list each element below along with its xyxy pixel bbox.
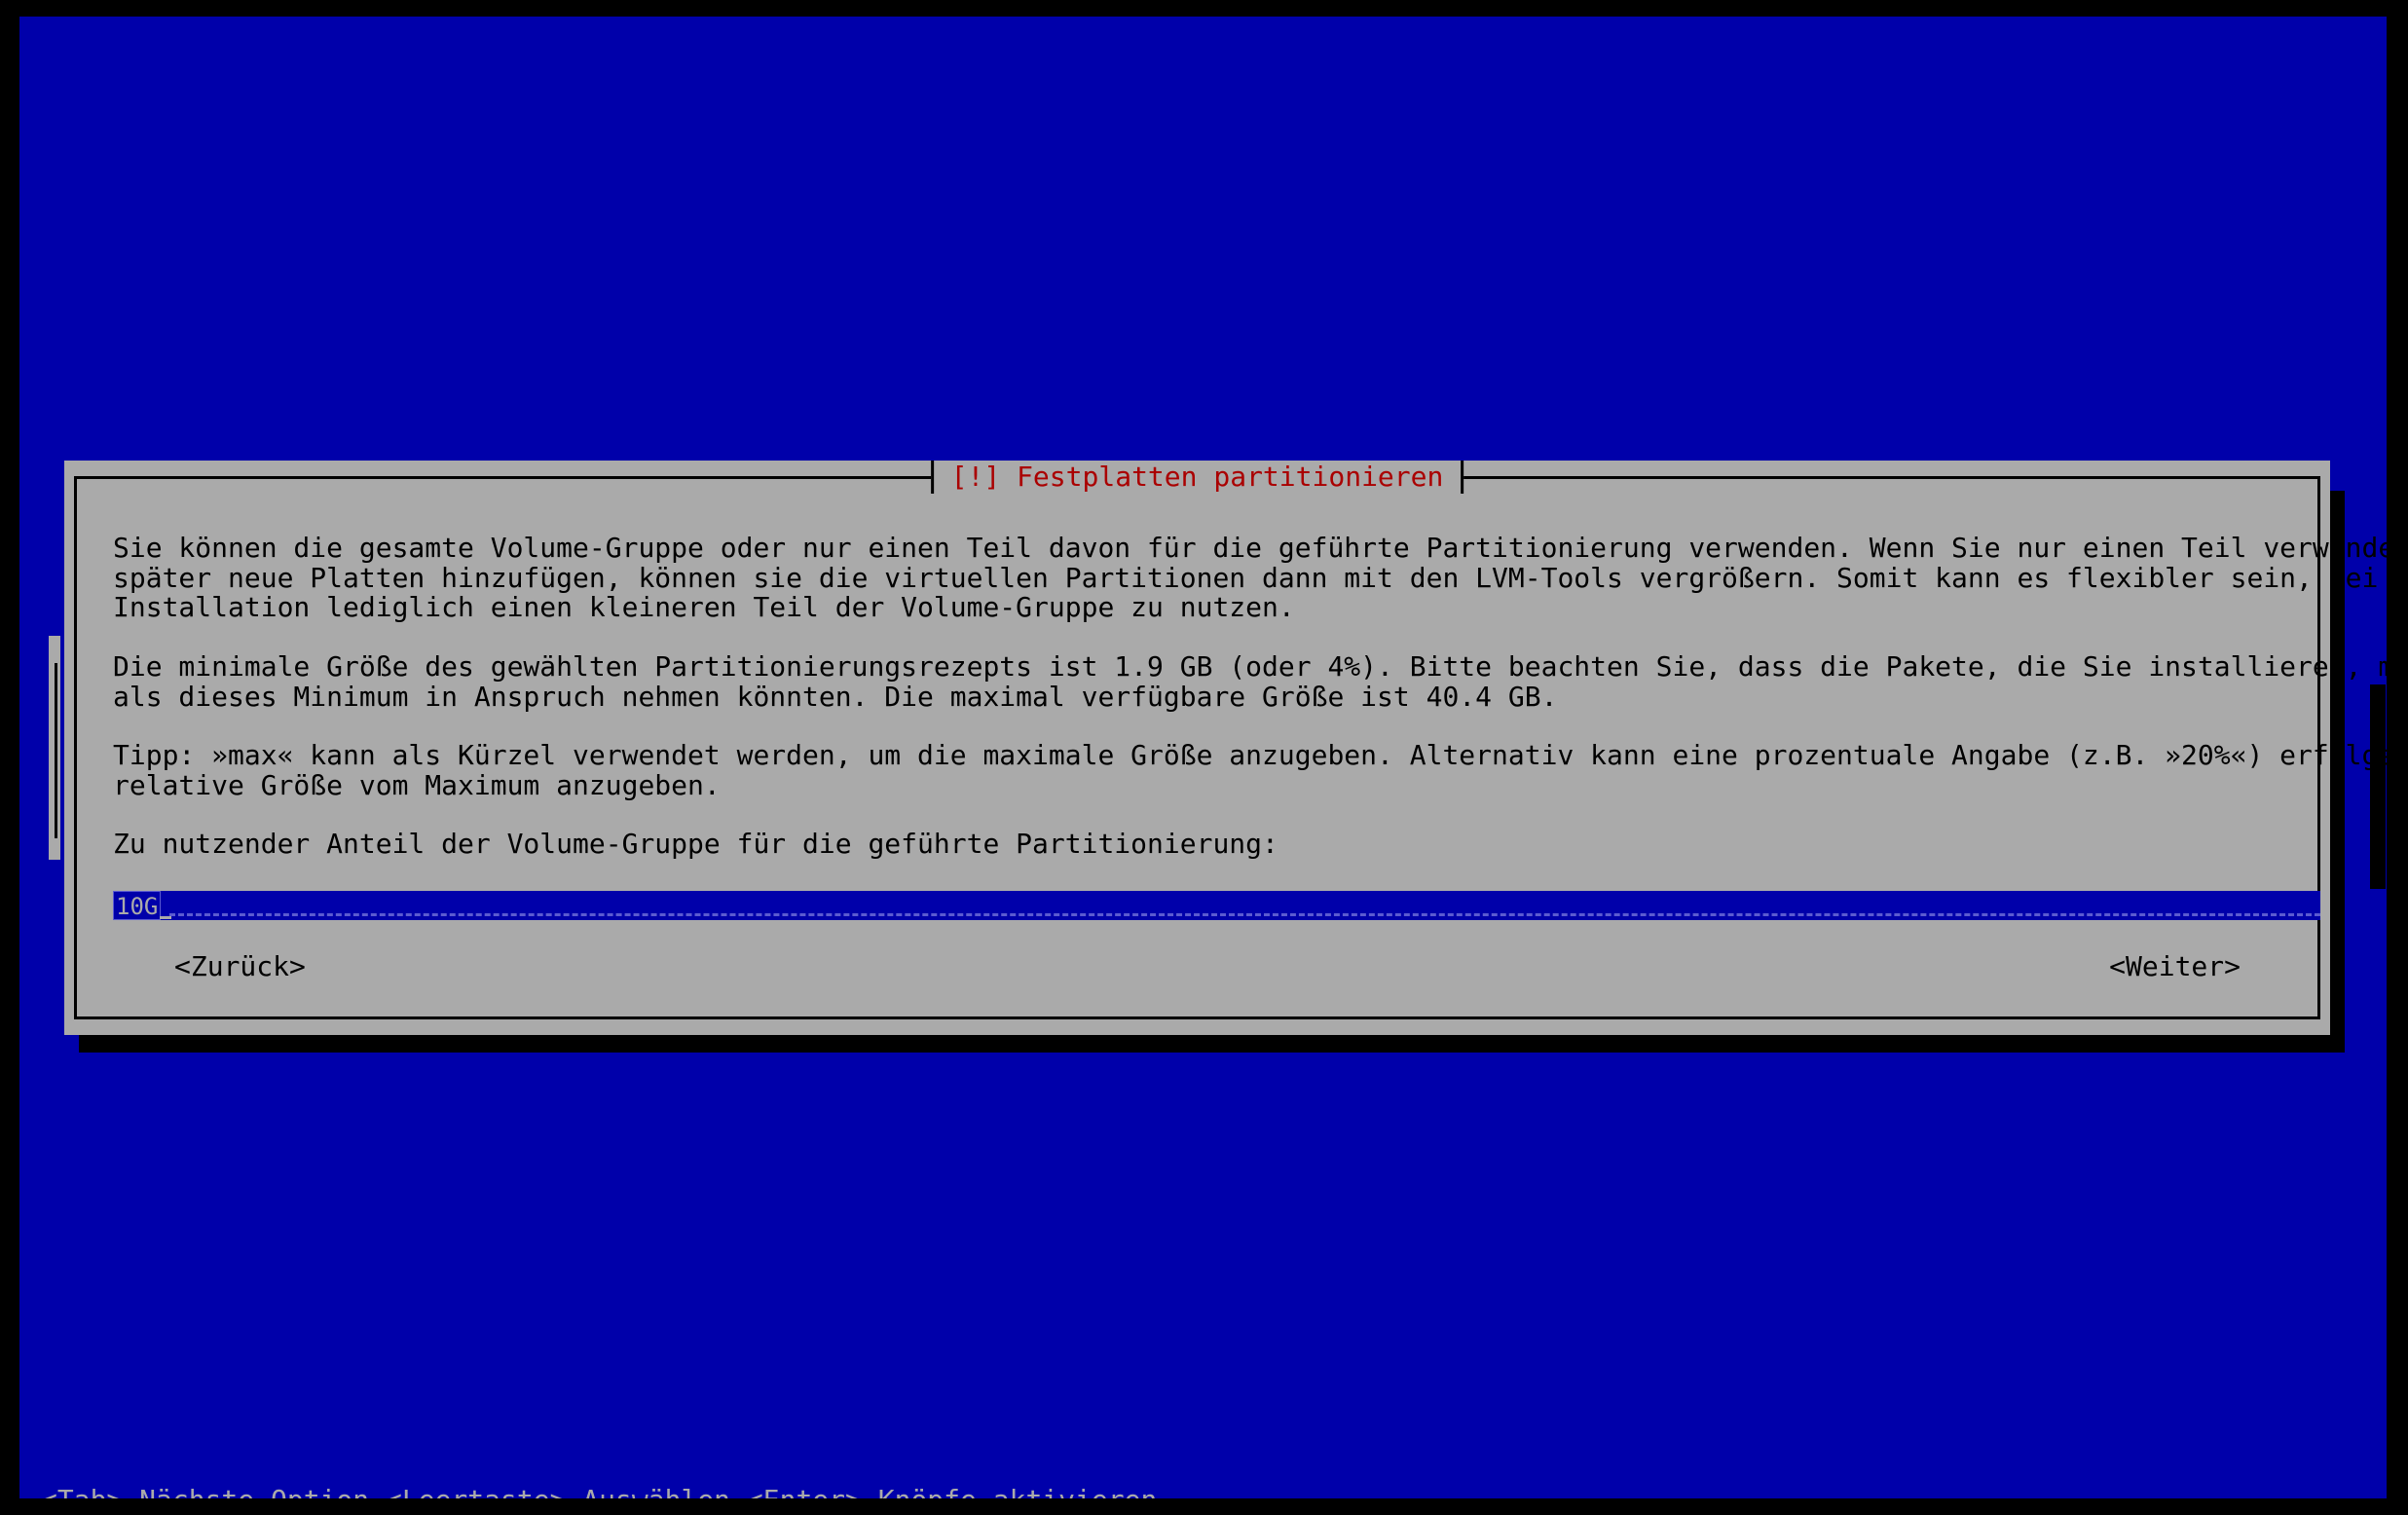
description-paragraph-1: Sie können die gesamte Volume-Gruppe ode…	[113, 532, 2387, 623]
partition-dialog: [!] Festplatten partitionieren Sie könne…	[64, 461, 2387, 1035]
size-input-value[interactable]: 10G	[113, 891, 162, 920]
back-button[interactable]: <Zurück>	[174, 950, 306, 983]
size-input-field[interactable]: 10G	[113, 891, 2320, 920]
description-paragraph-2: Die minimale Größe des gewählten Partiti…	[113, 650, 2387, 713]
installer-screen: [!] Festplatten partitionieren Sie könne…	[19, 17, 2387, 1498]
tip-paragraph: Tipp: »max« kann als Kürzel verwendet we…	[113, 739, 2387, 801]
input-fill-underline	[169, 913, 2320, 916]
input-prompt-label: Zu nutzender Anteil der Volume-Gruppe fü…	[113, 828, 1278, 860]
background-dialog-border	[55, 663, 57, 838]
keyboard-help-bar: <Tab> Nächste Option <Leertaste> Auswähl…	[41, 1485, 1157, 1499]
background-dialog-shadow	[2370, 684, 2386, 889]
dialog-title: [!] Festplatten partitionieren	[930, 461, 1464, 494]
continue-button[interactable]: <Weiter>	[2109, 950, 2241, 983]
text-cursor	[160, 895, 171, 919]
